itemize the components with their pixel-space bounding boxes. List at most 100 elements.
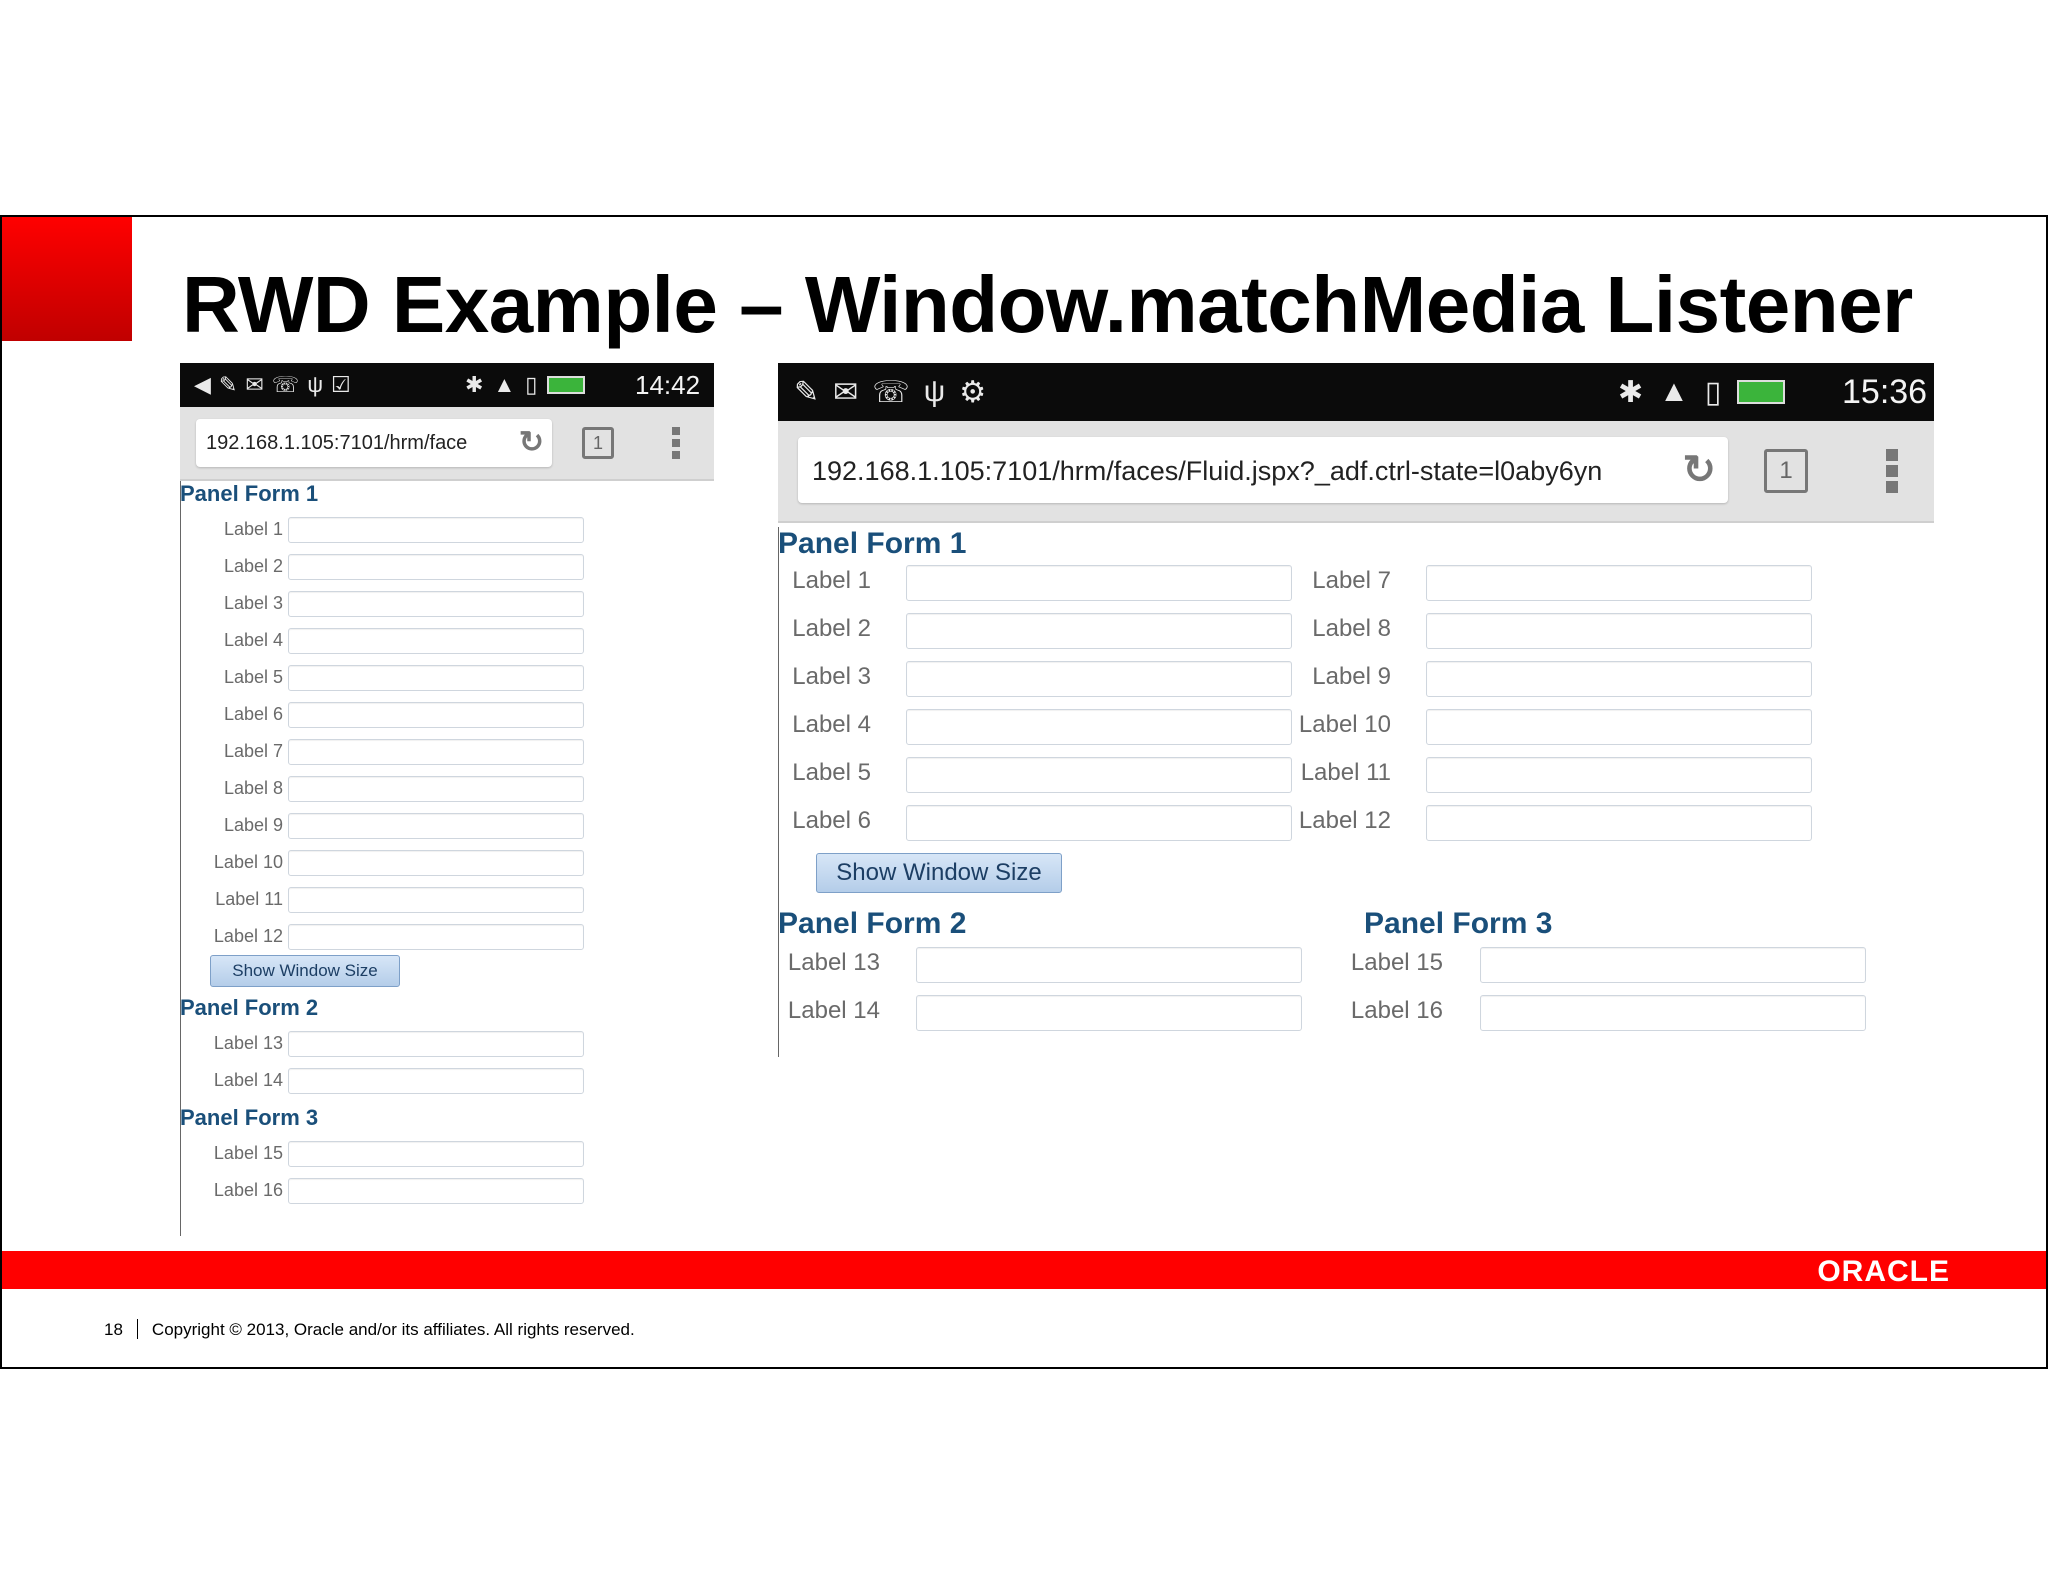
text-input[interactable] <box>1480 947 1866 983</box>
field-label: Label 4 <box>223 630 283 650</box>
field-label: Label 7 <box>1312 567 1391 594</box>
field-label: Label 8 <box>1312 615 1391 642</box>
panel-form-2-title: Panel Form 2 <box>180 995 319 1020</box>
tabs-icon[interactable]: 1 <box>582 427 614 459</box>
text-input[interactable] <box>906 661 1292 697</box>
text-input[interactable] <box>288 702 584 728</box>
usb-icon: ψ <box>923 375 946 408</box>
text-input[interactable] <box>288 776 584 802</box>
tab-count: 1 <box>592 433 603 453</box>
panel-form-1-title: Panel Form 1 <box>778 527 967 560</box>
text-input[interactable] <box>906 709 1292 745</box>
text-input[interactable] <box>288 1141 584 1167</box>
text-input[interactable] <box>288 554 584 580</box>
field-label: Label 3 <box>223 593 283 613</box>
text-input[interactable] <box>288 628 584 654</box>
overflow-menu-icon[interactable] <box>1886 449 1898 493</box>
field-label: Label 5 <box>792 759 871 786</box>
wifi-icon: ▲ <box>493 372 516 397</box>
field-label: Label 13 <box>213 1033 283 1053</box>
reload-icon[interactable]: ↻ <box>519 425 544 460</box>
field-label: Label 15 <box>1350 949 1443 976</box>
field-label: Label 10 <box>213 852 283 872</box>
text-input[interactable] <box>288 591 584 617</box>
field-label: Label 6 <box>223 704 283 724</box>
text-input[interactable] <box>288 1031 584 1057</box>
text-input[interactable] <box>288 517 584 543</box>
text-input[interactable] <box>1426 757 1812 793</box>
text-input[interactable] <box>1426 709 1812 745</box>
text-input[interactable] <box>288 665 584 691</box>
panel-form-2-title: Panel Form 2 <box>778 907 967 940</box>
text-input[interactable] <box>1426 661 1812 697</box>
field-label: Label 9 <box>1312 663 1391 690</box>
text-input[interactable] <box>1426 613 1812 649</box>
reload-icon[interactable]: ↻ <box>1682 447 1716 493</box>
text-input[interactable] <box>288 1068 584 1094</box>
panel-form-3-title: Panel Form 3 <box>180 1105 319 1130</box>
text-input[interactable] <box>288 924 584 950</box>
field-label: Label 1 <box>792 567 871 594</box>
url-input[interactable]: 192.168.1.105:7101/hrm/faces/Fluid.jspx?… <box>798 437 1728 503</box>
whatsapp-icon: ☏ <box>271 372 300 397</box>
url-input[interactable]: 192.168.1.105:7101/hrm/face ↻ <box>196 419 552 467</box>
mail-icon: ✉ <box>245 372 264 397</box>
field-label: Label 16 <box>1350 997 1443 1024</box>
red-accent-square <box>2 217 132 341</box>
battery-icon <box>1737 380 1786 404</box>
page-content: Panel Form 1 Label 1 Label 2 Label 3 Lab… <box>180 481 714 1239</box>
slide-footer: 18 Copyright © 2013, Oracle and/or its af… <box>104 1319 635 1340</box>
oracle-logo: ORACLE <box>1817 1255 1950 1288</box>
show-window-size-button[interactable]: Show Window Size <box>816 853 1062 893</box>
copyright-text: Copyright © 2013, Oracle and/or its affi… <box>151 1320 635 1339</box>
text-input[interactable] <box>288 1178 584 1204</box>
mail-icon: ✉ <box>833 375 859 409</box>
text-input[interactable] <box>906 805 1292 841</box>
wifi-icon: ▲ <box>1659 375 1689 408</box>
field-label: Label 1 <box>223 519 283 539</box>
battery-icon <box>547 376 586 394</box>
browser-address-bar: 192.168.1.105:7101/hrm/faces/Fluid.jspx?… <box>778 421 1934 523</box>
text-input[interactable] <box>1426 565 1812 601</box>
android-debug-icon: ⚙ <box>959 375 987 409</box>
field-label: Label 14 <box>213 1070 283 1090</box>
text-input[interactable] <box>288 739 584 765</box>
status-bar: ✎ ✉ ☏ ψ ⚙ ✱ ▲ ▯ 15:36 <box>778 363 1934 421</box>
status-time: 14:42 <box>635 369 701 400</box>
bluetooth-icon: ✱ <box>465 372 484 397</box>
text-input[interactable] <box>906 565 1292 601</box>
text-input[interactable] <box>916 995 1302 1031</box>
field-label: Label 13 <box>787 949 880 976</box>
field-label: Label 2 <box>792 615 871 642</box>
text-input[interactable] <box>906 757 1292 793</box>
text-input[interactable] <box>288 813 584 839</box>
field-label: Label 12 <box>1298 807 1391 834</box>
edit-icon: ✎ <box>218 372 238 397</box>
field-label: Label 3 <box>792 663 871 690</box>
overflow-menu-icon[interactable] <box>672 427 680 459</box>
text-input[interactable] <box>916 947 1302 983</box>
text-input[interactable] <box>288 850 584 876</box>
field-label: Label 6 <box>792 807 871 834</box>
field-label: Label 15 <box>213 1143 283 1163</box>
signal-icon: ▯ <box>1704 375 1722 409</box>
tabs-icon[interactable]: 1 <box>1764 449 1808 493</box>
field-label: Label 11 <box>1300 759 1391 786</box>
text-input[interactable] <box>906 613 1292 649</box>
back-icon: ◀ <box>194 372 211 397</box>
phone-screenshot-narrow: ◀ ✎ ✉ ☏ ψ ☑ ✱ ▲ ▯ 14:42 192.168.1.105:71… <box>180 363 714 1239</box>
footer-red-band: ORACLE <box>2 1251 2046 1289</box>
edit-icon: ✎ <box>794 375 820 409</box>
content-left-border <box>778 527 779 1057</box>
browser-address-bar: 192.168.1.105:7101/hrm/face ↻ 1 <box>180 407 714 481</box>
field-label: Label 10 <box>1298 711 1391 738</box>
field-label: Label 9 <box>223 815 283 835</box>
text-input[interactable] <box>1426 805 1812 841</box>
field-label: Label 2 <box>223 556 283 576</box>
text-input[interactable] <box>288 887 584 913</box>
field-label: Label 12 <box>213 926 283 946</box>
text-input[interactable] <box>1480 995 1866 1031</box>
show-window-size-button[interactable]: Show Window Size <box>210 955 400 987</box>
bluetooth-icon: ✱ <box>1618 375 1644 409</box>
slide: RWD Example – Window.matchMedia Listener… <box>0 215 2048 1369</box>
